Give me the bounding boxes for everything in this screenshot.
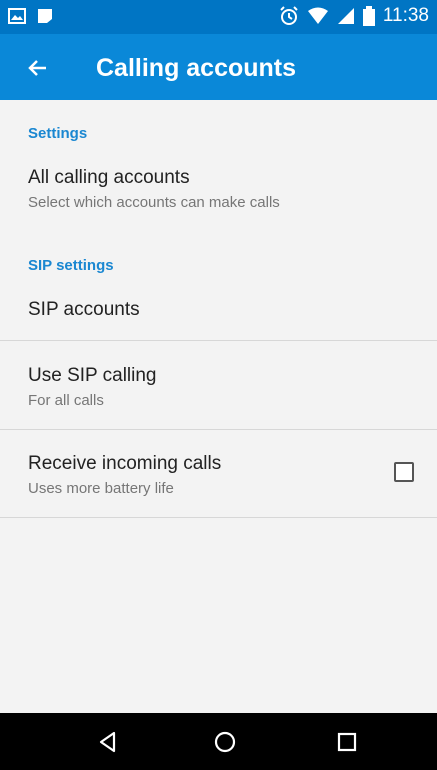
- page-title: Calling accounts: [96, 54, 297, 82]
- home-circle-icon[interactable]: [211, 728, 239, 756]
- system-navigation-bar: [0, 713, 437, 770]
- status-left-icons: [8, 7, 54, 25]
- divider: [0, 517, 437, 518]
- receive-incoming-calls-item[interactable]: Receive incoming calls Uses more battery…: [0, 430, 437, 517]
- all-calling-accounts-item[interactable]: All calling accounts Select which accoun…: [0, 162, 437, 222]
- signal-icon: [337, 8, 354, 24]
- use-sip-calling-subtitle: For all calls: [28, 392, 104, 409]
- receive-incoming-calls-subtitle: Uses more battery life: [28, 480, 174, 497]
- use-sip-calling-item[interactable]: Use SIP calling For all calls: [0, 341, 437, 429]
- picture-icon: [8, 8, 26, 24]
- section-header-sip-settings: SIP settings: [28, 257, 114, 274]
- status-right-icons: 11:38: [279, 5, 429, 27]
- notification-icon: [38, 9, 52, 23]
- section-header-settings: Settings: [28, 125, 88, 142]
- receive-incoming-calls-checkbox[interactable]: [394, 462, 414, 482]
- settings-list: Settings All calling accounts Select whi…: [0, 100, 437, 713]
- alarm-icon: [280, 6, 298, 25]
- battery-icon: [362, 6, 375, 26]
- clock-time: 11:38: [382, 5, 429, 26]
- sip-accounts-title: SIP accounts: [28, 299, 140, 320]
- wifi-icon: [307, 7, 328, 24]
- recents-square-icon[interactable]: [333, 728, 361, 756]
- back-triangle-icon[interactable]: [94, 728, 122, 756]
- all-calling-accounts-subtitle: Select which accounts can make calls: [28, 194, 280, 211]
- all-calling-accounts-title: All calling accounts: [28, 167, 190, 188]
- sip-accounts-item[interactable]: SIP accounts: [0, 286, 437, 340]
- use-sip-calling-title: Use SIP calling: [28, 365, 157, 386]
- status-bar: 11:38: [0, 0, 437, 34]
- back-arrow-icon[interactable]: [24, 54, 52, 82]
- app-toolbar: Calling accounts: [0, 34, 437, 100]
- receive-incoming-calls-title: Receive incoming calls: [28, 453, 222, 474]
